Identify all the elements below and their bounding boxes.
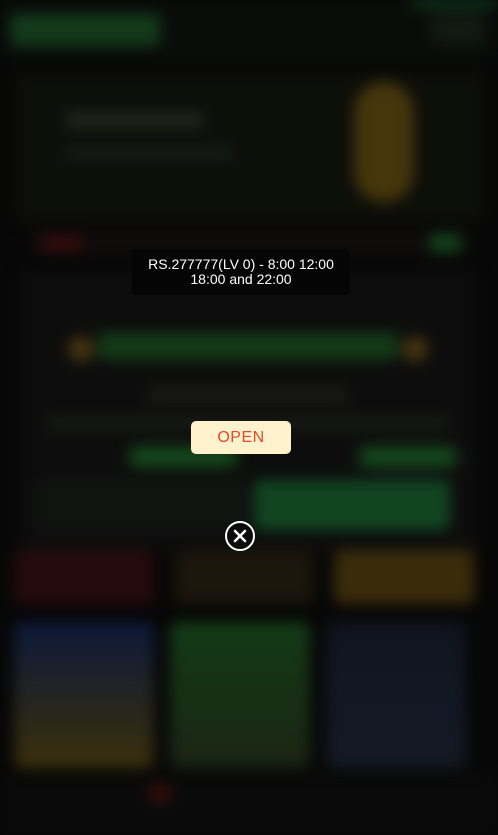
notice-line-2: 18:00 and 22:00	[190, 271, 292, 287]
modal-overlay	[0, 0, 498, 835]
close-button[interactable]	[225, 521, 255, 551]
close-icon	[233, 529, 247, 543]
notice-line-1: RS.277777(LV 0) - 8:00 12:00	[148, 256, 334, 272]
open-button[interactable]: OPEN	[191, 421, 291, 454]
notice-popup: RS.277777(LV 0) - 8:00 12:00 18:00 and 2…	[132, 249, 350, 295]
